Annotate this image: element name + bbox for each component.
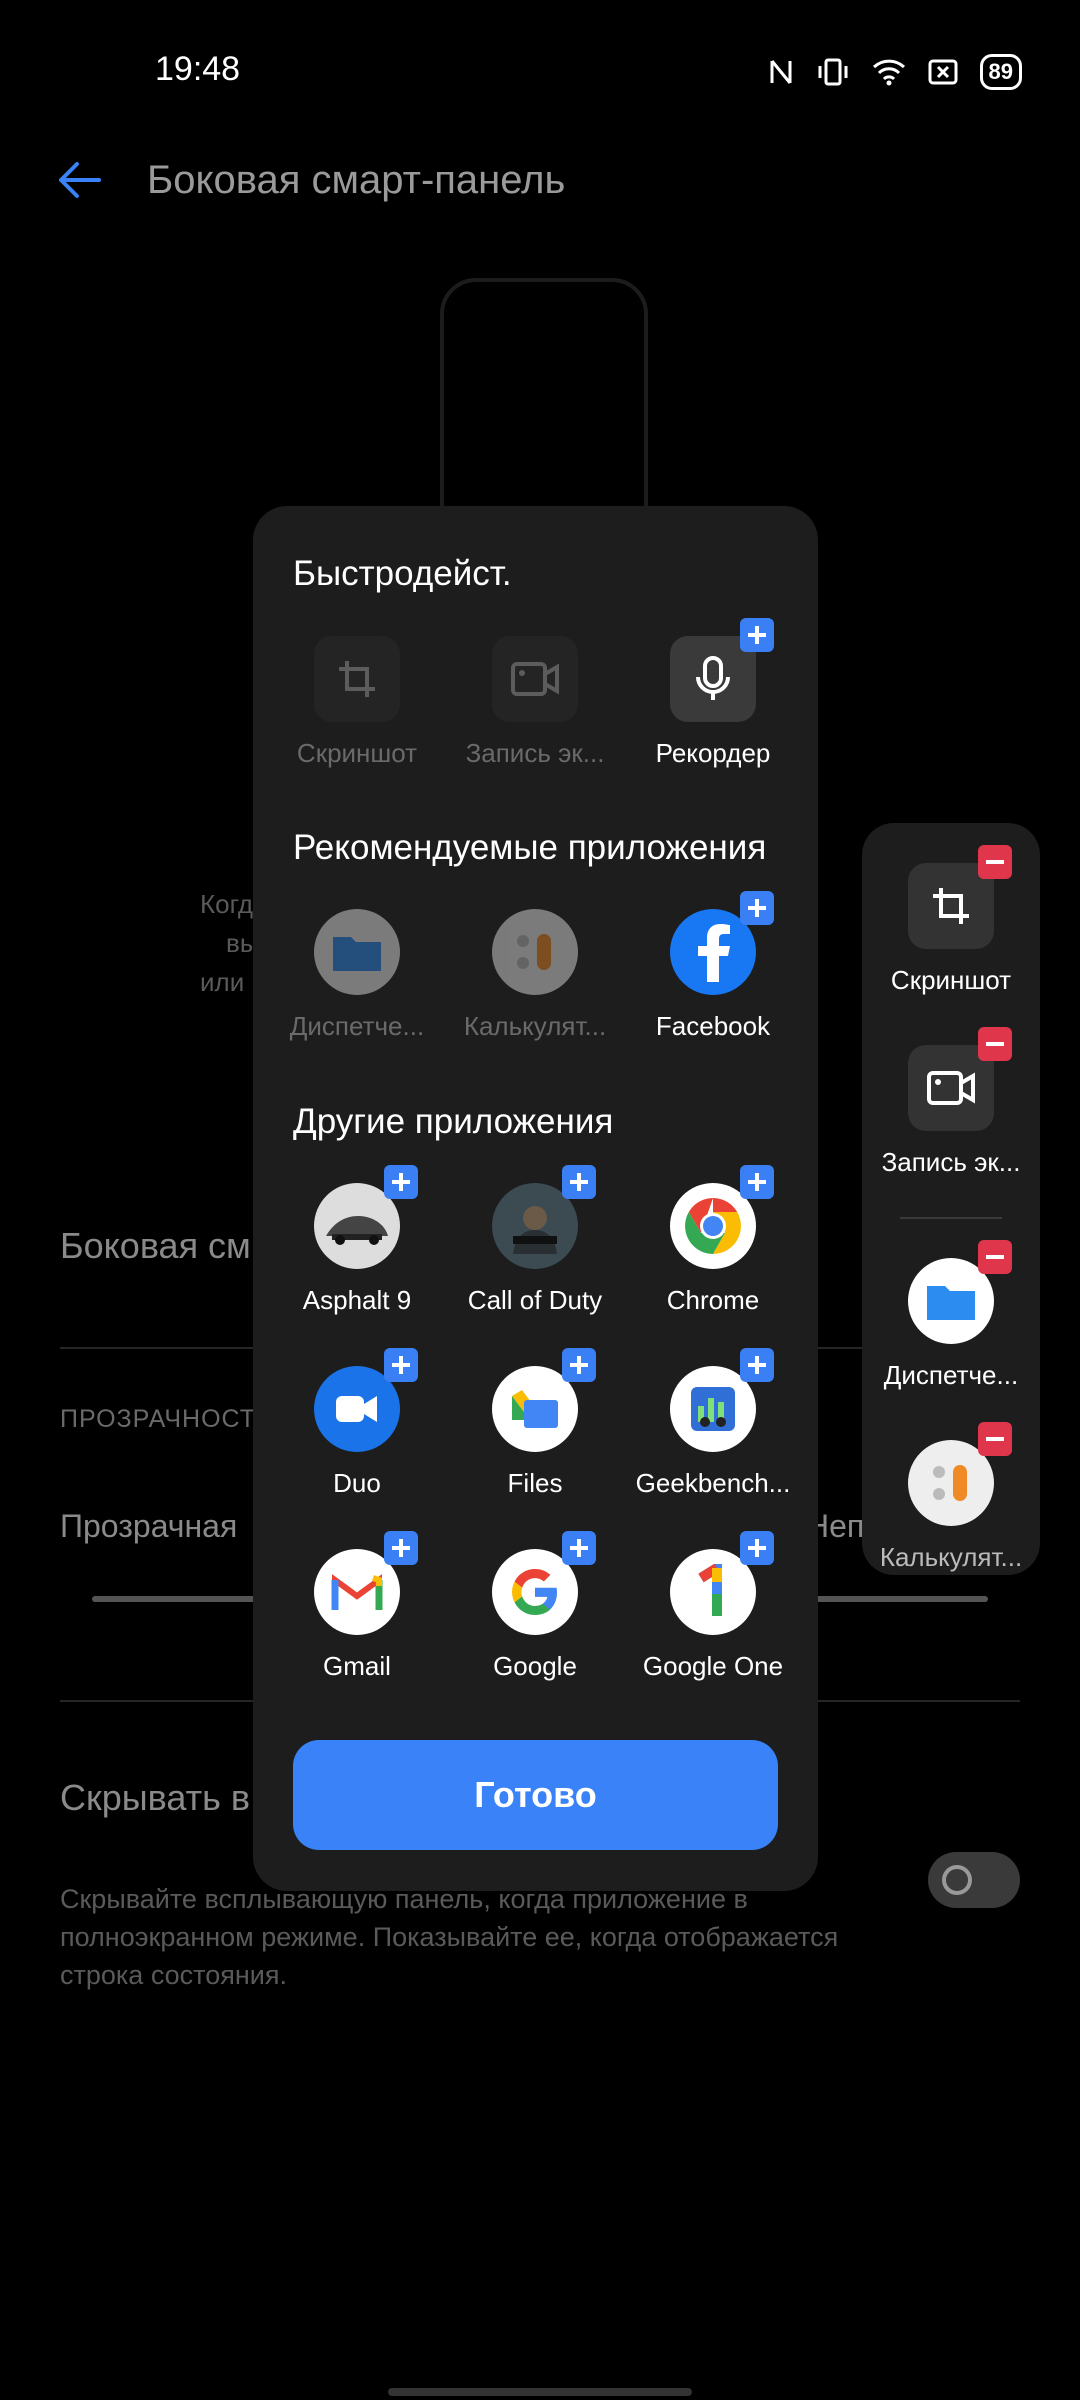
tile-file-manager: Диспетче... [268,909,446,1042]
side-panel-preview: Скриншот Запись эк... Диспетче... Кальку… [862,823,1040,1575]
setting-row-title[interactable]: Боковая см [60,1225,251,1267]
no-sim-icon [928,59,958,85]
tile-label: Chrome [666,1285,760,1315]
add-badge-icon[interactable] [562,1531,596,1565]
calculator-icon [492,909,578,995]
tile-screenshot: Скриншот [268,636,446,769]
side-item-label: Диспетче... [883,1360,1019,1390]
side-item-label: Скриншот [890,965,1012,995]
geekbench-icon [670,1348,774,1452]
scroll-fade [253,1701,818,1741]
tile-label: Диспетче... [289,1011,425,1041]
add-badge-icon[interactable] [384,1348,418,1382]
tile-geekbench[interactable]: Geekbench... [624,1348,802,1499]
tile-label: Скриншот [296,738,418,768]
section-caption: ПРОЗРАЧНОСТ [60,1405,257,1433]
battery-indicator: 89 [979,54,1022,90]
edit-panel-sheet: Быстродейст. Скриншот Запись эк... Рекор… [253,506,818,1891]
tile-label: Files [507,1468,563,1498]
tile-label: Asphalt 9 [302,1285,412,1315]
tile-label: Запись эк... [465,738,605,768]
tile-label: Geekbench... [635,1468,791,1498]
screen-record-icon [492,636,578,722]
add-badge-icon[interactable] [562,1348,596,1382]
slider-min-label: Прозрачная [60,1508,238,1544]
tile-google[interactable]: Google [446,1531,624,1682]
tile-asphalt[interactable]: Asphalt 9 [268,1165,446,1316]
google-icon [492,1531,596,1635]
side-item-file-manager[interactable]: Диспетче... [862,1240,1040,1391]
side-item-label: Калькулят... [879,1542,1023,1572]
add-badge-icon[interactable] [562,1165,596,1199]
tile-google-one[interactable]: Google One [624,1531,802,1682]
gmail-icon [314,1531,418,1635]
screenshot-icon [908,845,1012,949]
screen-record-icon [908,1027,1012,1131]
call-of-duty-icon [492,1165,596,1269]
tile-label: Duo [333,1468,381,1498]
home-indicator[interactable] [388,2388,692,2396]
screenshot-icon [314,636,400,722]
duo-icon [314,1348,418,1452]
tile-facebook[interactable]: Facebook [624,891,802,1042]
hide-setting-description: Скрывайте всплывающую панель, когда прил… [60,1884,839,1990]
side-item-screen-record[interactable]: Запись эк... [862,1027,1040,1178]
page-title: Боковая смарт-панель [147,158,566,202]
hide-toggle[interactable] [928,1852,1020,1908]
add-badge-icon[interactable] [384,1165,418,1199]
recommended-heading: Рекомендуемые приложения [293,828,767,867]
tile-recorder[interactable]: Рекордер [624,618,802,769]
remove-badge-icon[interactable] [978,1240,1012,1274]
add-badge-icon[interactable] [740,1531,774,1565]
tile-gmail[interactable]: Gmail [268,1531,446,1682]
back-arrow-icon[interactable] [55,160,103,200]
other-apps-heading: Другие приложения [293,1102,614,1141]
vibrate-icon [818,58,848,86]
file-manager-icon [314,909,400,995]
tile-screen-record: Запись эк... [446,636,624,769]
status-time: 19:48 [155,50,241,88]
tile-label: Gmail [323,1651,391,1681]
add-badge-icon[interactable] [384,1531,418,1565]
chrome-icon [670,1165,774,1269]
tile-label: Call of Duty [467,1285,603,1315]
calculator-icon [908,1422,1012,1526]
add-badge-icon[interactable] [740,1348,774,1382]
microphone-icon [670,618,774,722]
tile-calculator: Калькулят... [446,909,624,1042]
quick-actions-heading: Быстродейст. [293,554,512,593]
add-badge-icon[interactable] [740,618,774,652]
done-button[interactable]: Готово [293,1740,778,1850]
remove-badge-icon[interactable] [978,1422,1012,1456]
tile-duo[interactable]: Duo [268,1348,446,1499]
side-item-calculator[interactable]: Калькулят... [862,1422,1040,1573]
file-manager-icon [908,1240,1012,1344]
nfc-icon [770,60,792,84]
facebook-icon [670,891,774,995]
add-badge-icon[interactable] [740,1165,774,1199]
tile-label: Google One [642,1651,784,1681]
remove-badge-icon[interactable] [978,1027,1012,1061]
tile-chrome[interactable]: Chrome [624,1165,802,1316]
side-item-label: Запись эк... [881,1147,1021,1177]
asphalt-icon [314,1165,418,1269]
tile-call-of-duty[interactable]: Call of Duty [446,1165,624,1316]
remove-badge-icon[interactable] [978,845,1012,879]
wifi-icon [872,59,905,86]
files-icon [492,1348,596,1452]
google-one-icon [670,1531,774,1635]
side-item-screenshot[interactable]: Скриншот [862,845,1040,996]
tile-label: Калькулят... [463,1011,607,1041]
side-divider [900,1217,1002,1219]
add-badge-icon[interactable] [740,891,774,925]
status-icons: 89 [768,54,1022,90]
tile-label: Google [493,1651,577,1681]
tile-label: Facebook [655,1011,771,1041]
tile-files[interactable]: Files [446,1348,624,1499]
tile-label: Рекордер [655,738,771,768]
